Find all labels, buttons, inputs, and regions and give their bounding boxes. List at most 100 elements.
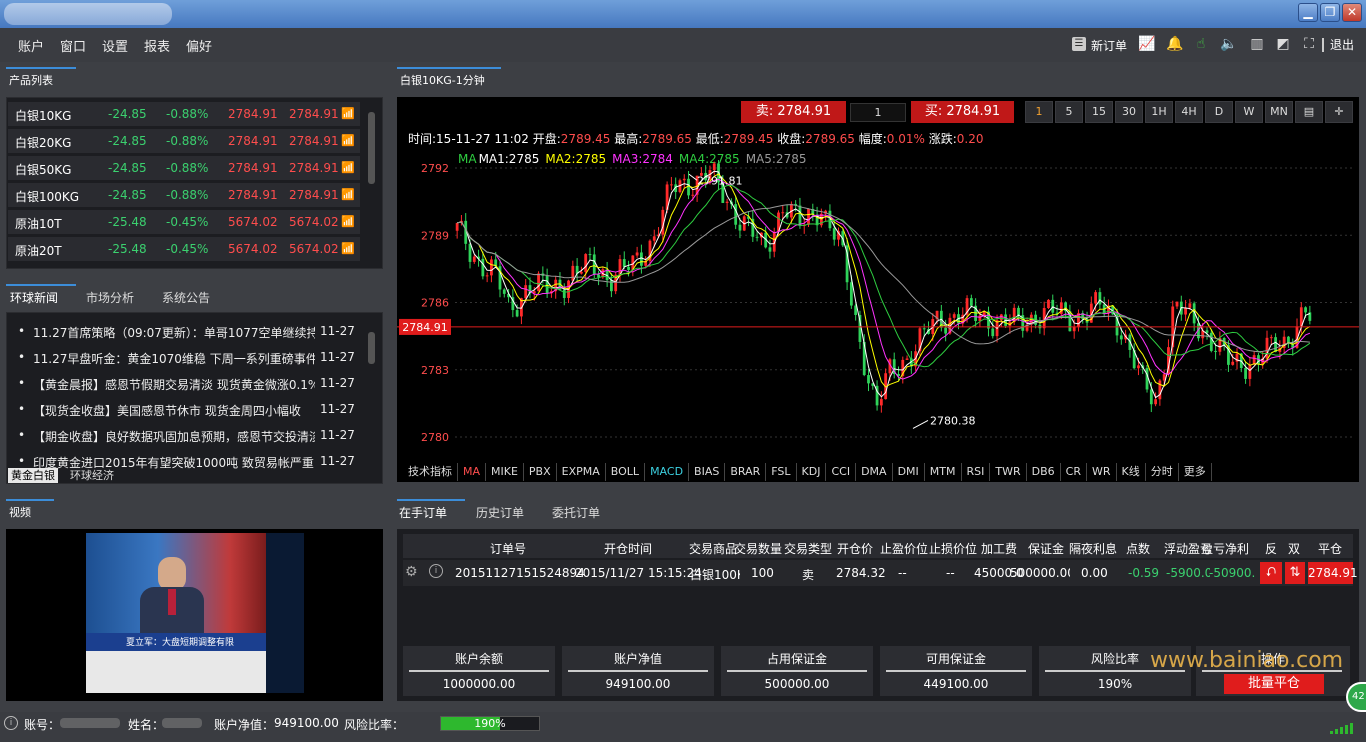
video-frame[interactable]: 夏立军：大盘短期调整有限 — [86, 533, 304, 693]
product-row[interactable]: 白银10KG -24.85 -0.88% 2784.91 2784.91 📶 — [8, 102, 360, 126]
indicator-WR[interactable]: WR — [1087, 463, 1117, 481]
fullscreen-icon[interactable]: ⛶ — [1300, 36, 1318, 52]
chart-small-icon[interactable]: 📶 — [341, 134, 355, 147]
indicator-BOLL[interactable]: BOLL — [606, 463, 646, 481]
tab-system-notice[interactable]: 系统公告 — [162, 289, 210, 306]
layout-icon[interactable]: ▥ — [1248, 36, 1266, 52]
alarm-bell-icon[interactable]: 🔔 — [1166, 36, 1184, 52]
crosshair-icon[interactable]: ✛ — [1325, 101, 1353, 123]
candle-body — [502, 289, 506, 294]
candle-body — [669, 184, 673, 186]
indicator-K线[interactable]: K线 — [1117, 463, 1146, 481]
product-scrollbar[interactable] — [368, 112, 375, 184]
list-item[interactable]: • 11.27早盘听金：黄金1070维稳 下周一系列重磅事件 11-27 — [12, 346, 358, 370]
menu-preferences[interactable]: 偏好 — [186, 36, 212, 55]
tab-gold-silver[interactable]: 黄金白银 — [8, 468, 58, 483]
candle-body — [571, 265, 575, 281]
chart-menu-icon[interactable]: ▤ — [1295, 101, 1323, 123]
chart-icon[interactable]: 📈 — [1138, 36, 1156, 52]
double-button[interactable]: ⇅ — [1285, 562, 1305, 584]
indicator-MA[interactable]: MA — [458, 463, 487, 481]
indicator-分时[interactable]: 分时 — [1146, 463, 1179, 481]
menu-reports[interactable]: 报表 — [144, 36, 170, 55]
timeframe-W[interactable]: W — [1235, 101, 1263, 123]
product-row[interactable]: 白银20KG -24.85 -0.88% 2784.91 2784.91 📶 — [8, 129, 360, 153]
watermark: www.bainiao.com — [1150, 648, 1344, 673]
cell-tp: -- — [898, 566, 907, 580]
chart-small-icon[interactable]: 📶 — [341, 215, 355, 228]
tab-history-orders[interactable]: 历史订单 — [476, 504, 524, 521]
minimize-button[interactable]: ▁ — [1298, 3, 1318, 22]
indicator-CR[interactable]: CR — [1061, 463, 1087, 481]
gear-icon[interactable]: ⚙ — [405, 564, 418, 580]
list-item[interactable]: • 【期金收盘】良好数据巩固加息预期，感恩节交投清淡 11-27 — [12, 424, 358, 448]
close-button[interactable]: ✕ — [1342, 3, 1362, 22]
product-list-title: 产品列表 — [9, 74, 53, 87]
timeframe-5[interactable]: 5 — [1055, 101, 1083, 123]
indicator-PBX[interactable]: PBX — [524, 463, 557, 481]
chart-small-icon[interactable]: 📶 — [341, 242, 355, 255]
indicator-MIKE[interactable]: MIKE — [486, 463, 524, 481]
batch-close-button[interactable]: 批量平仓 — [1224, 674, 1324, 694]
info-icon[interactable]: i — [4, 716, 18, 730]
menu-window[interactable]: 窗口 — [60, 36, 86, 55]
product-row[interactable]: 原油10T -25.48 -0.45% 5674.02 5674.02 📶 — [8, 210, 360, 234]
hand-icon[interactable]: ☝ — [1192, 36, 1210, 52]
indicator-FSL[interactable]: FSL — [766, 463, 797, 481]
list-item[interactable]: • 【黄金晨报】感恩节假期交易清淡 现货黄金微涨0.1% 11-27 — [12, 372, 358, 396]
indicator-RSI[interactable]: RSI — [962, 463, 991, 481]
price-chart[interactable]: 2792 2789 2786 2783 2780 2784.91 2791.81 2780.3… — [397, 160, 1359, 460]
tab-global-news[interactable]: 环球新闻 — [10, 289, 58, 306]
indicator-MACD[interactable]: MACD — [645, 463, 690, 481]
timeframe-1[interactable]: 1 — [1025, 101, 1053, 123]
list-item[interactable]: • 【现货金收盘】美国感恩节休市 现货金周四小幅收 11-27 — [12, 398, 358, 422]
quantity-input[interactable]: 1 — [850, 103, 906, 122]
product-row[interactable]: 白银50KG -24.85 -0.88% 2784.91 2784.91 📶 — [8, 156, 360, 180]
timeframe-4H[interactable]: 4H — [1175, 101, 1203, 123]
list-item[interactable]: • 11.27首席策略（09:07更新）：单哥1077空单继续持 11-27 — [12, 320, 358, 344]
notification-badge[interactable]: 42 — [1346, 682, 1366, 712]
chart-small-icon[interactable]: 📶 — [341, 107, 355, 120]
tab-global-economy[interactable]: 环球经济 — [70, 468, 114, 483]
bullet-icon: • — [18, 376, 26, 390]
reverse-button[interactable]: ⮏ — [1260, 562, 1282, 584]
timeframe-15[interactable]: 15 — [1085, 101, 1113, 123]
candle-body — [490, 259, 493, 276]
indicator-EXPMA[interactable]: EXPMA — [557, 463, 606, 481]
indicator-BIAS[interactable]: BIAS — [689, 463, 726, 481]
menu-account[interactable]: 账户 — [18, 36, 44, 55]
timeframe-1H[interactable]: 1H — [1145, 101, 1173, 123]
tab-open-orders[interactable]: 在手订单 — [399, 504, 447, 521]
timeframe-MN[interactable]: MN — [1265, 101, 1293, 123]
indicator-CCI[interactable]: CCI — [826, 463, 857, 481]
timeframe-D[interactable]: D — [1205, 101, 1233, 123]
news-scrollbar[interactable] — [368, 332, 375, 364]
indicator-BRAR[interactable]: BRAR — [725, 463, 767, 481]
tab-pending-orders[interactable]: 委托订单 — [552, 504, 600, 521]
info-icon[interactable]: i — [429, 564, 443, 578]
indicator-DB6[interactable]: DB6 — [1027, 463, 1061, 481]
menu-settings[interactable]: 设置 — [102, 36, 128, 55]
indicator-技术指标[interactable]: 技术指标 — [403, 463, 458, 481]
buy-button[interactable]: 买: 2784.91 — [911, 101, 1014, 123]
timeframe-30[interactable]: 30 — [1115, 101, 1143, 123]
indicator-KDJ[interactable]: KDJ — [797, 463, 827, 481]
indicator-TWR[interactable]: TWR — [990, 463, 1027, 481]
tab-market-analysis[interactable]: 市场分析 — [86, 289, 134, 306]
sound-icon[interactable]: 🔈 — [1220, 36, 1238, 52]
chart-small-icon[interactable]: 📶 — [341, 161, 355, 174]
indicator-更多[interactable]: 更多 — [1179, 463, 1212, 481]
indicator-DMI[interactable]: DMI — [893, 463, 925, 481]
close-position-button[interactable]: 2784.91 — [1308, 562, 1358, 584]
sell-button[interactable]: 卖: 2784.91 — [741, 101, 846, 123]
product-row[interactable]: 白银100KG -24.85 -0.88% 2784.91 2784.91 📶 — [8, 183, 360, 207]
logout-button[interactable]: 退出 — [1330, 36, 1354, 53]
window-icon[interactable]: ◩ — [1274, 36, 1292, 52]
product-row[interactable]: 原油20T -25.48 -0.45% 5674.02 5674.02 📶 — [8, 237, 360, 261]
indicator-MTM[interactable]: MTM — [925, 463, 962, 481]
chart-small-icon[interactable]: 📶 — [341, 188, 355, 201]
candle-body — [798, 205, 802, 227]
indicator-DMA[interactable]: DMA — [856, 463, 893, 481]
list-item[interactable]: • 印度黄金进口2015年有望突破1000吨 致贸易帐严重 11-27 — [12, 450, 358, 474]
maximize-button[interactable]: ❐ — [1320, 3, 1340, 22]
